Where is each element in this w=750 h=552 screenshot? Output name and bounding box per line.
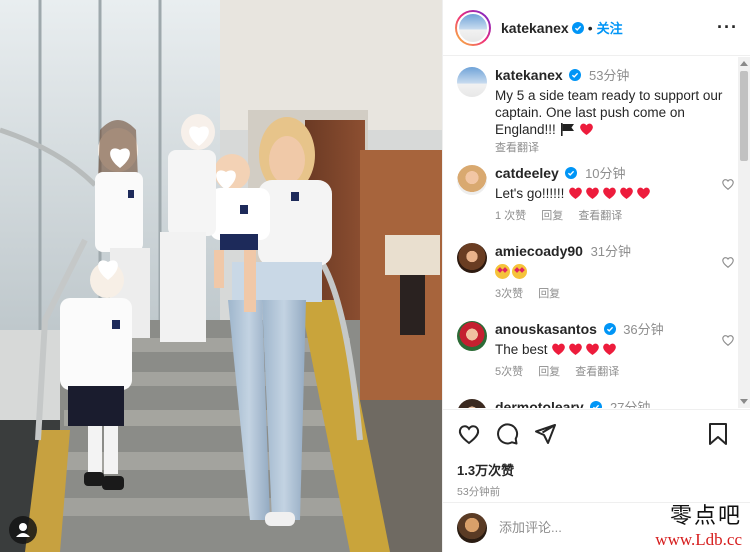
separator-dot: • bbox=[587, 19, 593, 36]
red-heart-icon bbox=[637, 187, 650, 199]
comment-item: catdeeley 10分钟 Let's go!!!!!! 1 次赞 回复 查看… bbox=[457, 165, 739, 225]
comment-text: Let's go!!!!!! bbox=[495, 186, 565, 201]
comment-icon[interactable] bbox=[495, 422, 519, 446]
reply-button[interactable]: 回复 bbox=[538, 366, 560, 378]
post-header: katekanex • 关注 ··· bbox=[443, 0, 750, 56]
like-comment-icon[interactable] bbox=[721, 333, 735, 347]
caption-item: katekanex 53分钟 My 5 a side team ready to… bbox=[457, 67, 739, 157]
post-photo[interactable] bbox=[0, 0, 442, 552]
verified-icon bbox=[569, 69, 582, 81]
verified-icon bbox=[565, 167, 578, 179]
follow-button[interactable]: 关注 bbox=[597, 18, 623, 37]
author-avatar[interactable] bbox=[455, 9, 491, 46]
tagged-user-icon[interactable] bbox=[9, 516, 37, 544]
photo-illustration bbox=[0, 0, 442, 552]
add-comment-bar bbox=[443, 502, 750, 552]
comment-text: The best bbox=[495, 342, 548, 357]
comment-avatar[interactable] bbox=[457, 243, 487, 273]
red-heart-icon bbox=[603, 343, 617, 355]
red-heart-icon bbox=[569, 187, 582, 199]
share-icon[interactable] bbox=[533, 422, 557, 446]
comment-avatar[interactable] bbox=[457, 321, 487, 351]
comment-likes-count[interactable]: 3次赞 bbox=[495, 288, 523, 300]
post-time-ago: 53分钟前 bbox=[457, 486, 501, 498]
comment-time: 36分钟 bbox=[623, 322, 664, 337]
scrollbar-thumb[interactable] bbox=[740, 71, 748, 161]
comment-likes-count[interactable]: 1 次赞 bbox=[495, 210, 526, 222]
author-username[interactable]: katekanex bbox=[501, 20, 569, 36]
comment-username[interactable]: dermotoleary bbox=[495, 399, 584, 408]
comments-list: katekanex 53分钟 My 5 a side team ready to… bbox=[443, 57, 739, 408]
comment-avatar[interactable] bbox=[457, 165, 487, 195]
comment-username[interactable]: catdeeley bbox=[495, 165, 559, 181]
bookmark-icon[interactable] bbox=[707, 422, 729, 446]
verified-icon bbox=[603, 323, 616, 335]
red-heart-icon bbox=[586, 187, 599, 199]
verified-icon bbox=[571, 21, 584, 34]
heart-icon[interactable] bbox=[457, 422, 481, 446]
translate-link[interactable]: 查看翻译 bbox=[575, 366, 619, 378]
comment-item: anouskasantos 36分钟 The best 5次赞 回复 查看翻译 bbox=[457, 321, 739, 381]
caption-avatar[interactable] bbox=[457, 67, 487, 97]
like-comment-icon[interactable] bbox=[721, 255, 735, 269]
add-comment-input[interactable] bbox=[499, 520, 649, 535]
likes-count[interactable]: 1.3万次赞 bbox=[457, 460, 739, 479]
comment-hearts bbox=[568, 186, 653, 201]
comment-item: dermotoleary 27分钟 bbox=[457, 399, 739, 408]
scroll-down-arrow-icon[interactable] bbox=[740, 399, 748, 404]
comment-likes-count[interactable]: 5次赞 bbox=[495, 366, 523, 378]
caption-username[interactable]: katekanex bbox=[495, 67, 563, 83]
red-heart-icon bbox=[620, 187, 633, 199]
reply-button[interactable]: 回复 bbox=[541, 210, 563, 222]
more-options-icon[interactable]: ··· bbox=[717, 17, 738, 38]
heart-eyes-emoji-icon bbox=[512, 264, 527, 279]
comment-item: amiecoady90 31分钟 3次赞 回复 bbox=[457, 243, 739, 303]
heart-eyes-emoji-icon bbox=[495, 264, 510, 279]
comments-scrollbar[interactable] bbox=[738, 57, 750, 408]
translate-link[interactable]: 查看翻译 bbox=[578, 210, 622, 222]
red-heart-icon bbox=[552, 343, 566, 355]
comment-time: 10分钟 bbox=[585, 166, 626, 181]
comment-time: 27分钟 bbox=[609, 400, 651, 408]
caption-time: 53分钟 bbox=[588, 68, 630, 83]
comment-username[interactable]: anouskasantos bbox=[495, 321, 597, 337]
red-heart-icon bbox=[580, 123, 594, 135]
comment-hearts bbox=[551, 342, 619, 357]
red-heart-icon bbox=[586, 343, 600, 355]
comment-time: 31分钟 bbox=[590, 244, 632, 259]
comment-username[interactable]: amiecoady90 bbox=[495, 243, 583, 259]
post-side-panel: katekanex • 关注 ··· katekanex 53分钟 My 5 a… bbox=[442, 0, 750, 552]
black-flag-icon bbox=[560, 123, 574, 136]
red-heart-icon bbox=[569, 343, 583, 355]
reply-button[interactable]: 回复 bbox=[538, 288, 560, 300]
caption-translate-link[interactable]: 查看翻译 bbox=[495, 142, 539, 154]
verified-icon bbox=[590, 401, 603, 408]
red-heart-icon bbox=[603, 187, 616, 199]
current-user-avatar bbox=[457, 512, 487, 543]
scroll-up-arrow-icon[interactable] bbox=[740, 61, 748, 66]
post-actions: 1.3万次赞 53分钟前 bbox=[443, 409, 750, 501]
comment-emoji-row bbox=[495, 264, 529, 279]
comment-avatar[interactable] bbox=[457, 399, 487, 408]
like-comment-icon[interactable] bbox=[721, 177, 735, 191]
caption-text: My 5 a side team ready to support our ca… bbox=[495, 88, 723, 137]
